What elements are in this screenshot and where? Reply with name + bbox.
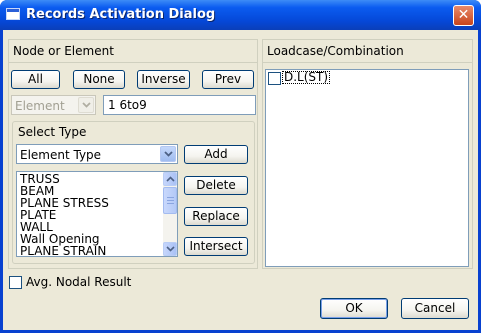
- panel-divider: [262, 62, 473, 63]
- all-button[interactable]: All: [11, 70, 60, 89]
- chevron-down-icon[interactable]: [78, 97, 94, 113]
- loadcase-checkbox[interactable]: [268, 72, 281, 85]
- intersect-button[interactable]: Intersect: [184, 237, 248, 256]
- element-type-list[interactable]: TRUSS BEAM PLANE STRESS PLATE WALL Wall …: [16, 171, 178, 257]
- loadcase-item-label[interactable]: D.L(ST): [282, 71, 331, 84]
- node-or-element-title: Node or Element: [13, 44, 114, 58]
- prev-button[interactable]: Prev: [202, 70, 254, 89]
- selection-input[interactable]: 1 6to9: [103, 95, 256, 115]
- grip-line: [167, 197, 174, 198]
- panel-divider: [8, 62, 258, 63]
- cancel-button[interactable]: Cancel: [401, 298, 469, 319]
- close-icon: ✕: [457, 7, 470, 23]
- none-button[interactable]: None: [73, 70, 125, 89]
- grip-line: [167, 200, 174, 201]
- replace-button[interactable]: Replace: [184, 207, 248, 226]
- chevron-up-icon: [166, 176, 175, 182]
- scroll-thumb[interactable]: [163, 187, 177, 214]
- list-item[interactable]: PLANE STRAIN: [20, 245, 106, 256]
- close-button[interactable]: ✕: [453, 5, 474, 26]
- ok-button[interactable]: OK: [320, 298, 388, 319]
- element-type-value: Element Type: [20, 148, 102, 162]
- scroll-up-button[interactable]: [163, 172, 177, 186]
- inverse-button[interactable]: Inverse: [137, 70, 190, 89]
- chevron-down-icon[interactable]: [160, 146, 176, 162]
- avg-nodal-checkbox[interactable]: [9, 276, 22, 289]
- element-type-combo[interactable]: Element Type: [16, 144, 178, 164]
- avg-nodal-label[interactable]: Avg. Nodal Result: [26, 275, 131, 289]
- element-mode-value: Element: [15, 99, 65, 113]
- add-button[interactable]: Add: [184, 145, 248, 164]
- window-icon: [6, 8, 20, 20]
- delete-button[interactable]: Delete: [184, 176, 248, 195]
- window-title: Records Activation Dialog: [26, 7, 216, 22]
- chevron-down-icon: [166, 246, 175, 252]
- dialog-body: Node or Element All None Inverse Prev El…: [3, 30, 478, 330]
- loadcase-title: Loadcase/Combination: [267, 44, 404, 58]
- list-scrollbar[interactable]: [163, 172, 177, 256]
- element-mode-combo[interactable]: Element: [11, 95, 96, 115]
- scroll-down-button[interactable]: [163, 242, 177, 256]
- loadcase-list[interactable]: D.L(ST): [265, 69, 469, 267]
- select-type-title: Select Type: [18, 125, 87, 139]
- records-activation-dialog: Records Activation Dialog ✕ Node or Elem…: [0, 0, 481, 333]
- grip-line: [167, 203, 174, 204]
- title-bar[interactable]: Records Activation Dialog ✕: [0, 0, 481, 30]
